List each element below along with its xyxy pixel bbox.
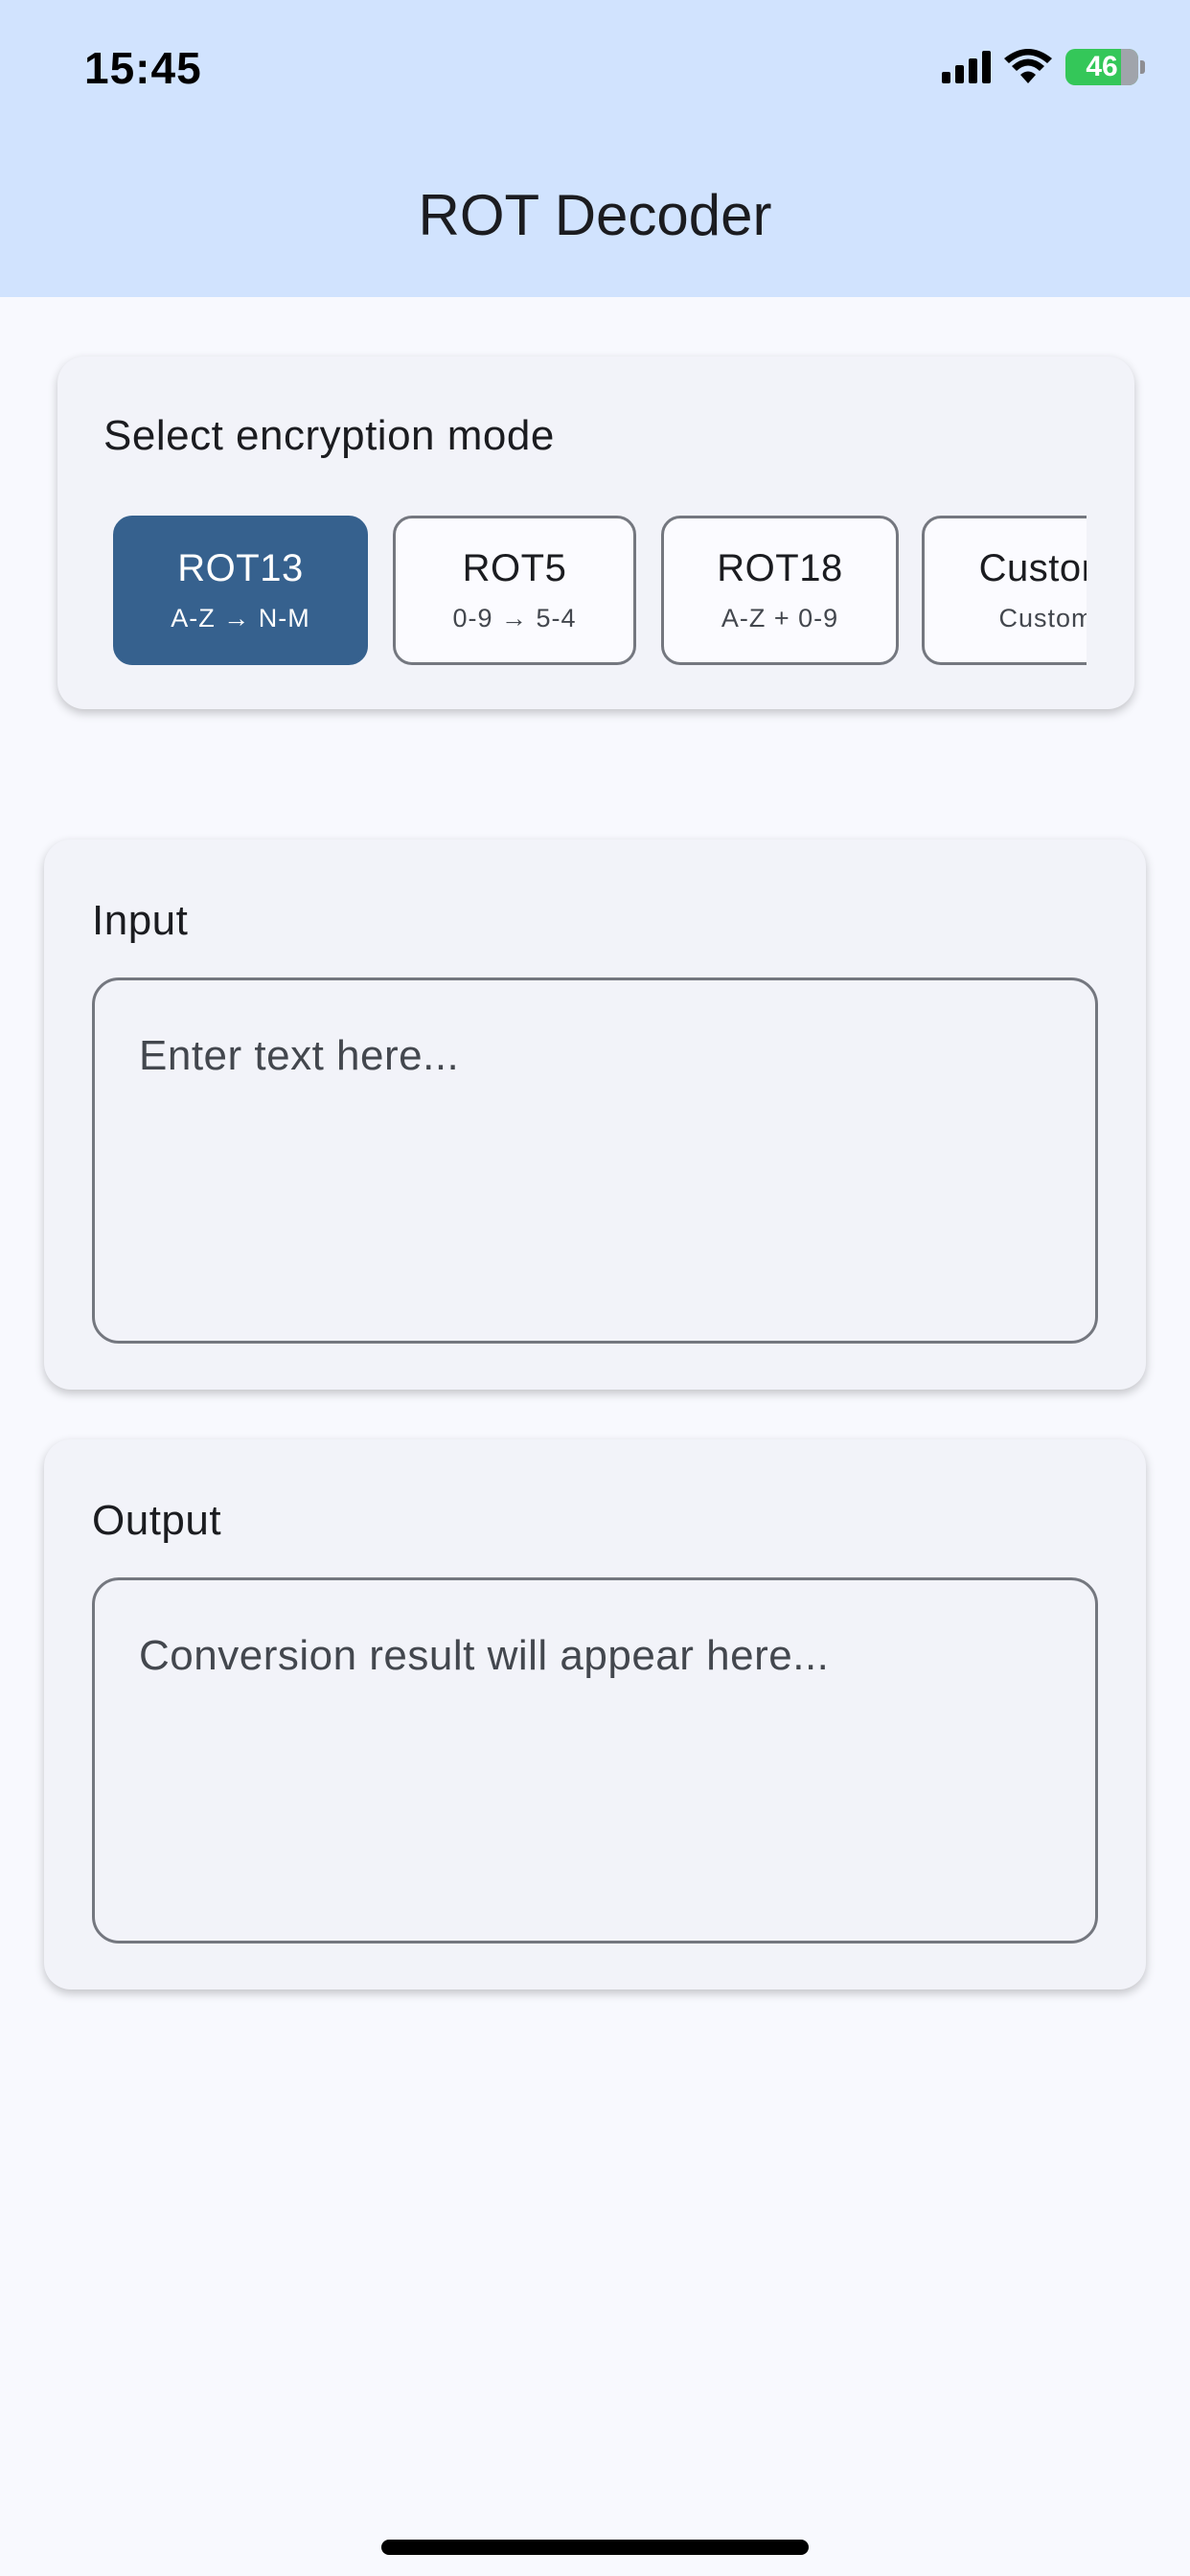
chip-name: Custom: [978, 547, 1087, 589]
output-text-area: Conversion result will appear here...: [92, 1577, 1098, 1944]
status-time: 15:45: [84, 43, 202, 93]
input-title: Input: [92, 897, 189, 944]
mode-chip-row[interactable]: ROT13 A-Z → N-M ROT5 0-9 → 5-4 ROT18 A-Z…: [113, 516, 1087, 667]
chip-name: ROT13: [177, 547, 304, 589]
signal-icon: [942, 51, 991, 83]
chip-rot5[interactable]: ROT5 0-9 → 5-4: [393, 516, 636, 665]
chip-desc: 0-9 → 5-4: [452, 604, 577, 632]
chip-custom[interactable]: Custom Custom: [922, 516, 1087, 665]
chip-desc: Custom: [998, 604, 1087, 632]
status-icons: 46: [942, 46, 1145, 88]
output-card: Output Conversion result will appear her…: [44, 1439, 1146, 1990]
chip-desc: A-Z + 0-9: [721, 604, 839, 632]
chip-name: ROT5: [462, 547, 567, 589]
battery-icon: 46: [1065, 49, 1145, 85]
app-bar: 15:45 46 ROT Decoder: [0, 0, 1190, 297]
battery-level: 46: [1086, 51, 1118, 82]
page-title: ROT Decoder: [418, 183, 772, 247]
chip-rot18[interactable]: ROT18 A-Z + 0-9: [661, 516, 899, 665]
mode-card-title: Select encryption mode: [103, 412, 555, 459]
output-title: Output: [92, 1497, 222, 1544]
chip-rot13[interactable]: ROT13 A-Z → N-M: [113, 516, 368, 665]
input-text-area[interactable]: Enter text here...: [92, 978, 1098, 1344]
input-card: Input Enter text here...: [44, 840, 1146, 1390]
chip-name: ROT18: [717, 547, 843, 589]
wifi-icon: [1004, 49, 1052, 83]
home-indicator[interactable]: [381, 2540, 809, 2555]
chip-desc: A-Z → N-M: [171, 604, 310, 632]
